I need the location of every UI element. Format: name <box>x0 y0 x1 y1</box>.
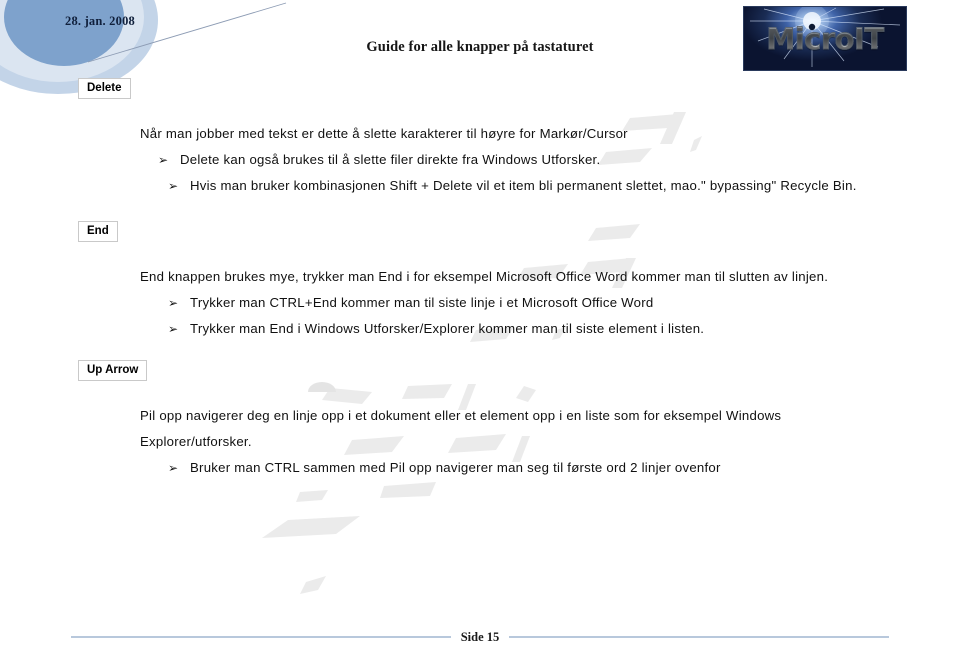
section-delete-bullet-1-text: Delete kan også brukes til å slette file… <box>180 152 601 167</box>
section-delete-paragraph: Når man jobber med tekst er dette å slet… <box>140 126 628 141</box>
bullet-arrow-icon: ➢ <box>168 322 179 336</box>
section-up-arrow-bullet-1-text: Bruker man CTRL sammen med Pil opp navig… <box>190 460 721 475</box>
section-end-bullet-1: ➢ Trykker man CTRL+End kommer man til si… <box>168 290 900 316</box>
section-delete-bullet-2-text: Hvis man bruker kombinasjonen Shift + De… <box>190 178 857 193</box>
section-end-bullet-2: ➢ Trykker man End i Windows Utforsker/Ex… <box>168 316 900 342</box>
section-up-arrow-bullet-1: ➢ Bruker man CTRL sammen med Pil opp nav… <box>168 455 900 481</box>
footer-page-number: Side 15 <box>460 629 500 644</box>
key-badge-up-arrow: Up Arrow <box>78 360 148 381</box>
section-delete-bullet-2: ➢ Hvis man bruker kombinasjonen Shift + … <box>168 173 900 199</box>
section-end-bullet-2-text: Trykker man End i Windows Utforsker/Expl… <box>190 321 705 336</box>
section-delete: Delete Når man jobber med tekst er dette… <box>0 78 960 199</box>
section-delete-bullet-1: ➢ Delete kan også brukes til å slette fi… <box>158 147 900 173</box>
key-badge-end: End <box>78 221 118 242</box>
page-header: 28. jan. 2008 Guide for alle knapper på … <box>0 0 960 94</box>
document-body: Delete Når man jobber med tekst er dette… <box>0 78 960 481</box>
bullet-arrow-icon: ➢ <box>168 461 179 475</box>
key-badge-row: Delete <box>0 78 960 99</box>
bullet-arrow-icon: ➢ <box>168 296 179 310</box>
section-up-arrow-paragraph: Pil opp navigerer deg en linje opp i et … <box>140 408 782 449</box>
key-badge-row: Up Arrow <box>0 360 960 381</box>
header-date: 28. jan. 2008 <box>65 14 135 28</box>
footer-rule-right <box>509 636 890 638</box>
section-end: End End knappen brukes mye, trykker man … <box>0 221 960 342</box>
page-footer: Side 15 <box>0 626 960 648</box>
section-up-arrow: Up Arrow Pil opp navigerer deg en linje … <box>0 360 960 481</box>
key-badge-row: End <box>0 221 960 242</box>
bullet-arrow-icon: ➢ <box>168 179 179 193</box>
section-end-paragraph: End knappen brukes mye, trykker man End … <box>140 269 829 284</box>
diagonal-accent-line <box>87 2 287 63</box>
bullet-arrow-icon: ➢ <box>158 153 169 167</box>
section-end-bullet-1-text: Trykker man CTRL+End kommer man til sist… <box>190 295 654 310</box>
footer-rule-left <box>70 636 451 638</box>
key-badge-delete: Delete <box>78 78 131 99</box>
microit-logo: MicroIT <box>743 6 907 71</box>
logo-text: MicroIT <box>744 7 906 70</box>
